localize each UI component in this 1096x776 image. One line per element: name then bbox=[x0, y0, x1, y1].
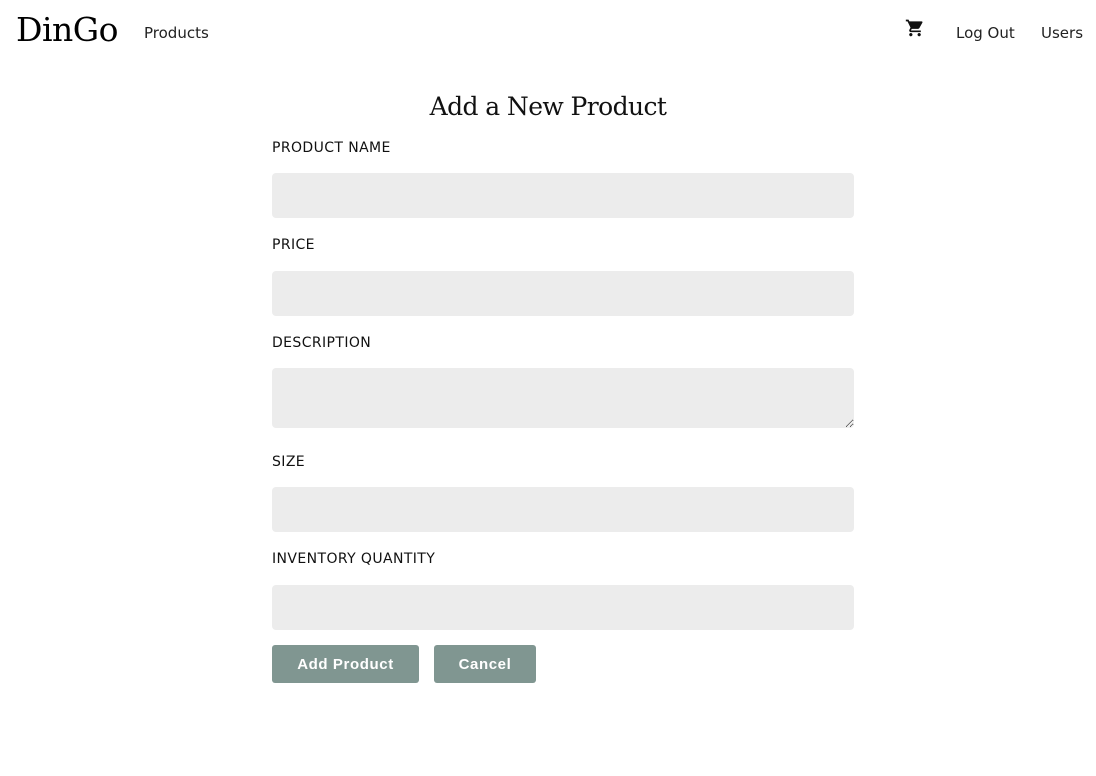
inventory-quantity-label: INVENTORY QUANTITY bbox=[272, 551, 436, 567]
nav-link-users[interactable]: Users bbox=[1041, 24, 1083, 42]
inventory-quantity-input[interactable] bbox=[272, 585, 854, 630]
description-textarea[interactable] bbox=[272, 368, 854, 428]
navbar: DinGo Products Log Out Users bbox=[0, 0, 1096, 64]
product-name-label: PRODUCT NAME bbox=[272, 140, 391, 156]
price-label: PRICE bbox=[272, 237, 315, 253]
add-product-button[interactable]: Add Product bbox=[272, 645, 419, 683]
nav-link-products[interactable]: Products bbox=[144, 24, 209, 42]
description-label: DESCRIPTION bbox=[272, 335, 372, 351]
page-title: Add a New Product bbox=[429, 92, 667, 121]
product-name-input[interactable] bbox=[272, 173, 854, 218]
shopping-cart-icon[interactable] bbox=[905, 18, 925, 38]
brand-logo[interactable]: DinGo bbox=[16, 10, 119, 50]
cancel-button[interactable]: Cancel bbox=[434, 645, 536, 683]
price-input[interactable] bbox=[272, 271, 854, 316]
size-label: SIZE bbox=[272, 454, 306, 470]
nav-link-logout[interactable]: Log Out bbox=[956, 24, 1015, 42]
size-input[interactable] bbox=[272, 487, 854, 532]
